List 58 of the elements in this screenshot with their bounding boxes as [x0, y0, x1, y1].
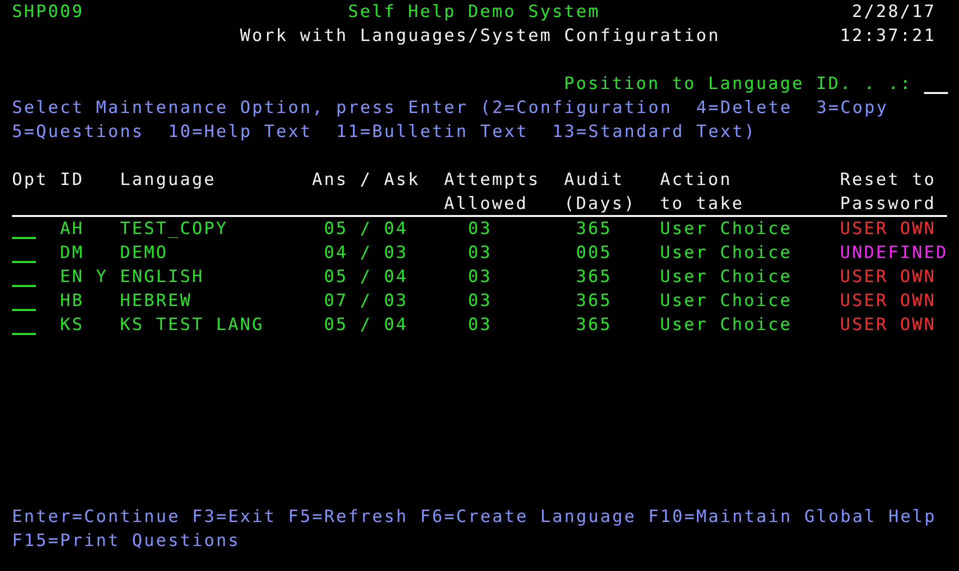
- time: 12:37:21: [840, 25, 936, 48]
- reset-password-value: USER OWN: [840, 218, 936, 241]
- column-header: Audit: [564, 169, 624, 192]
- function-key-legend: F15=Print Questions: [12, 529, 240, 553]
- column-header: Action: [660, 169, 732, 192]
- attempts-value: 03: [468, 242, 492, 265]
- ans-ask-value: 05 / 04: [324, 314, 408, 337]
- language-name: KS TEST LANG: [120, 314, 264, 337]
- audit-days-value: 365: [576, 218, 612, 241]
- instruction-text: 5=Questions 10=Help Text 11=Bulletin Text 13=Standard Text): [12, 121, 756, 144]
- action-value: User Choice: [660, 242, 792, 265]
- column-header: Allowed: [444, 193, 528, 216]
- date: 2/28/17: [852, 1, 936, 24]
- attempts-value: 03: [468, 314, 492, 337]
- column-header: Opt: [12, 169, 48, 192]
- language-id: KS: [60, 314, 84, 337]
- attempts-value: 03: [468, 266, 492, 289]
- reset-password-value: USER OWN: [840, 266, 936, 289]
- function-key-legend: Enter=Continue F3=Exit F5=Refresh F6=Create Language F10=Maintain Global Help: [12, 505, 936, 529]
- ans-ask-value: 04 / 03: [324, 242, 408, 265]
- language-name: TEST_COPY: [120, 218, 228, 241]
- reset-password-value: UNDEFINED: [840, 242, 948, 265]
- audit-days-value: 365: [576, 290, 612, 313]
- program-id: SHP009: [12, 1, 84, 24]
- language-id: EN: [60, 266, 84, 289]
- column-header: Password: [840, 193, 936, 216]
- column-header: to take: [660, 193, 744, 216]
- instruction-text: Select Maintenance Option, press Enter (2=Configuration 4=Delete 3=Copy: [12, 97, 888, 120]
- reset-password-value: USER OWN: [840, 314, 936, 337]
- action-value: User Choice: [660, 290, 792, 313]
- system-name: Self Help Demo System: [348, 1, 600, 24]
- action-value: User Choice: [660, 266, 792, 289]
- audit-days-value: 365: [576, 266, 612, 289]
- screen-title: Work with Languages/System Configuration: [240, 25, 720, 48]
- audit-days-value: 365: [576, 314, 612, 337]
- language-name: HEBREW: [120, 290, 192, 313]
- attempts-value: 03: [468, 290, 492, 313]
- language-id: HB: [60, 290, 84, 313]
- column-header: Language: [120, 169, 216, 192]
- language-name: DEMO: [120, 242, 168, 265]
- position-label: Position to Language ID. . .:: [564, 73, 912, 96]
- column-header: Ans / Ask: [312, 169, 420, 192]
- language-id: DM: [60, 242, 84, 265]
- ans-ask-value: 05 / 04: [324, 218, 408, 241]
- action-value: User Choice: [660, 314, 792, 337]
- language-id: AH: [60, 218, 84, 241]
- ans-ask-value: 05 / 04: [324, 266, 408, 289]
- default-marker: Y: [96, 266, 108, 289]
- column-header: Attempts: [444, 169, 540, 192]
- column-header: (Days): [564, 193, 636, 216]
- language-name: ENGLISH: [120, 266, 204, 289]
- audit-days-value: 005: [576, 242, 612, 265]
- attempts-value: 03: [468, 218, 492, 241]
- column-header: Reset to: [840, 169, 936, 192]
- action-value: User Choice: [660, 218, 792, 241]
- ans-ask-value: 07 / 03: [324, 290, 408, 313]
- column-header: ID: [60, 169, 84, 192]
- reset-password-value: USER OWN: [840, 290, 936, 313]
